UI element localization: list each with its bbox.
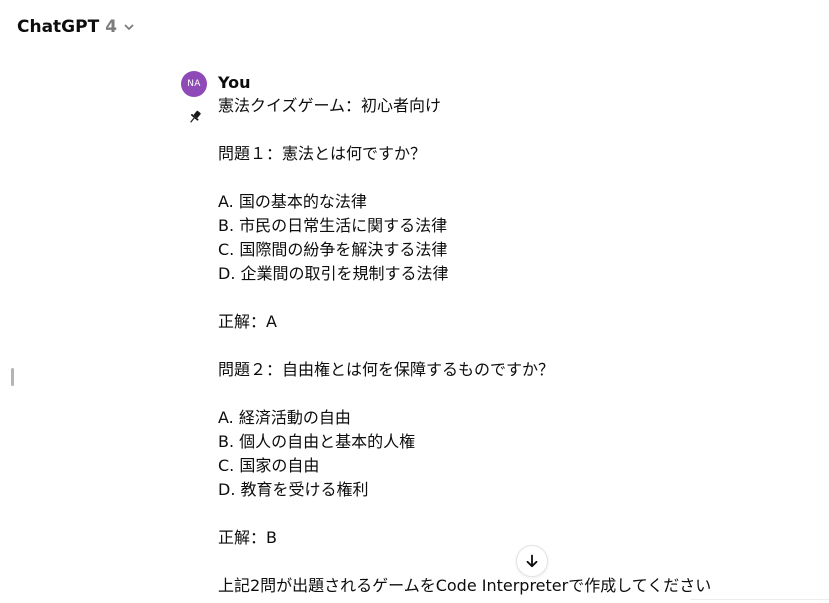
message-line	[218, 382, 808, 406]
message-line: B. 個人の自由と基本的人権	[218, 432, 416, 451]
message-line: 正解：B	[218, 528, 277, 547]
sidebar-toggle-handle[interactable]	[11, 368, 14, 386]
chevron-down-icon	[124, 24, 134, 30]
model-version: 4	[105, 17, 118, 37]
avatar: NA	[181, 71, 207, 97]
chat-page: ChatGPT 4 NA You 憲法クイズゲーム：初心者向け 問題１：憲法とは何…	[0, 0, 829, 603]
message-line: 正解：A	[218, 312, 277, 331]
message-line: D. 企業間の取引を規制する法律	[218, 264, 449, 283]
message-line: 憲法クイズゲーム：初心者向け	[218, 96, 442, 115]
arrow-down-icon	[526, 554, 538, 568]
message-line	[218, 118, 808, 142]
message-line	[218, 166, 808, 190]
message-line: 問題１：憲法とは何ですか？	[218, 144, 427, 163]
pin-icon[interactable]	[187, 109, 203, 125]
message-author: You	[218, 73, 251, 92]
message-line: B. 市民の日常生活に関する法律	[218, 216, 448, 235]
scroll-to-bottom-button[interactable]	[516, 545, 548, 577]
message-line: 上記2問が出題されるゲームをCode Interpreterで作成してください	[218, 576, 712, 595]
message-line: C. 国際間の紛争を解決する法律	[218, 240, 448, 259]
message-line	[218, 502, 808, 526]
message-line: 問題２：自由権とは何を保障するものですか？	[218, 360, 555, 379]
composer-edge	[690, 599, 829, 603]
message-line: A. 国の基本的な法律	[218, 192, 367, 211]
model-selector[interactable]: ChatGPT 4	[17, 17, 135, 37]
message-line	[218, 286, 808, 310]
message-line: D. 教育を受ける権利	[218, 480, 369, 499]
model-name: ChatGPT	[17, 17, 100, 37]
message-body: 憲法クイズゲーム：初心者向け 問題１：憲法とは何ですか？ A. 国の基本的な法律 B.…	[218, 94, 808, 598]
message-line: C. 国家の自由	[218, 456, 320, 475]
message-line: A. 経済活動の自由	[218, 408, 351, 427]
message-line	[218, 334, 808, 358]
message-line	[218, 550, 808, 574]
